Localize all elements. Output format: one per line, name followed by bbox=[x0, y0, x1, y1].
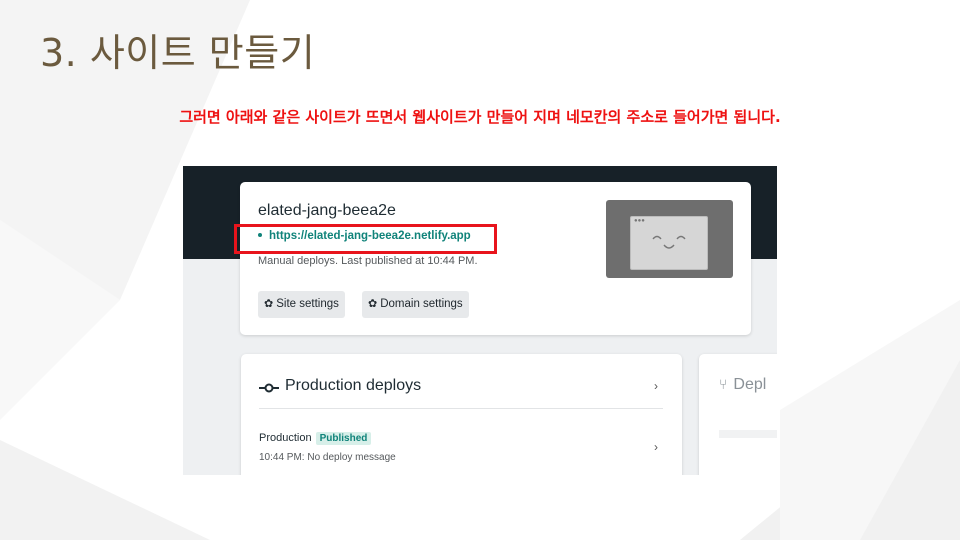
production-deploys-title[interactable]: Production deploys bbox=[259, 377, 421, 395]
netlify-screenshot: elated-jang-beea2e https://elated-jang-b… bbox=[183, 166, 777, 475]
production-deploy-row[interactable]: Production Published bbox=[259, 432, 372, 445]
deploy-previews-title[interactable]: ⑂ Depl bbox=[719, 376, 766, 394]
site-thumbnail[interactable]: ●●● bbox=[606, 200, 733, 278]
site-settings-button[interactable]: ✿ Site settings bbox=[258, 291, 345, 318]
deploy-message: 10:44 PM: No deploy message bbox=[259, 452, 396, 463]
gear-icon: ✿ bbox=[368, 298, 378, 310]
domain-settings-label: Domain settings bbox=[380, 298, 463, 310]
gear-icon: ✿ bbox=[264, 298, 274, 310]
chevron-right-icon[interactable]: › bbox=[654, 440, 658, 454]
site-settings-label: Site settings bbox=[276, 298, 339, 310]
divider bbox=[259, 408, 663, 409]
published-badge: Published bbox=[315, 432, 372, 445]
domain-settings-button[interactable]: ✿ Domain settings bbox=[362, 291, 469, 318]
site-name: elated-jang-beea2e bbox=[258, 202, 396, 219]
site-overview-card: elated-jang-beea2e https://elated-jang-b… bbox=[240, 182, 751, 335]
slide-subtitle: 그러면 아래와 같은 사이트가 뜨면서 웹사이트가 만들어 지며 네모칸의 주소… bbox=[179, 108, 781, 126]
smiley-browser-icon: ●●● bbox=[630, 216, 708, 270]
deploy-previews-card: ⑂ Depl bbox=[699, 354, 777, 475]
url-highlight-box bbox=[234, 224, 497, 254]
chevron-right-icon[interactable]: › bbox=[654, 379, 658, 393]
skeleton-line bbox=[719, 430, 777, 438]
production-label: Production bbox=[259, 432, 312, 444]
site-meta: Manual deploys. Last published at 10:44 … bbox=[258, 255, 478, 267]
branch-icon: ⑂ bbox=[719, 376, 728, 392]
production-deploys-card: Production deploys › Production Published… bbox=[241, 354, 682, 475]
slide-title: 3. 사이트 만들기 bbox=[40, 31, 316, 75]
